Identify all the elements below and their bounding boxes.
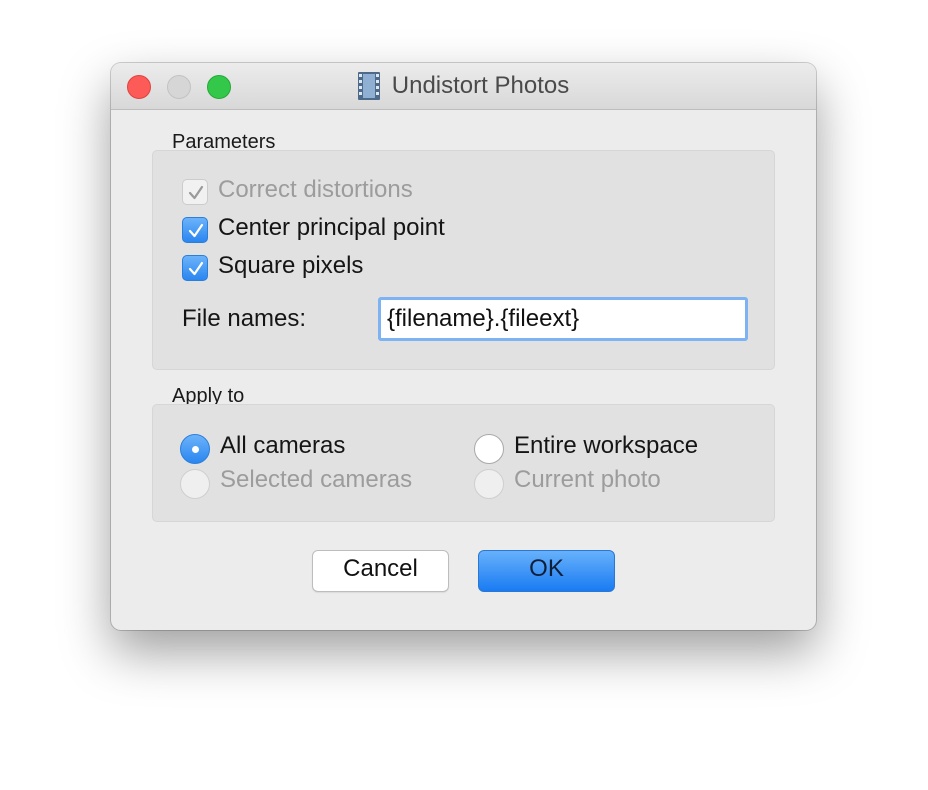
- title-bar[interactable]: Undistort Photos: [111, 63, 816, 110]
- file-names-label: File names:: [182, 305, 307, 332]
- cancel-button[interactable]: Cancel: [312, 550, 449, 592]
- film-strip-icon: [357, 72, 380, 100]
- entire-workspace-label: Entire workspace: [514, 432, 699, 459]
- title-wrap: Undistort Photos: [111, 63, 816, 109]
- square-pixels-label: Square pixels: [218, 252, 364, 279]
- all-cameras-radio[interactable]: [180, 434, 210, 464]
- selected-cameras-label: Selected cameras: [220, 466, 413, 493]
- checkmark-icon: [188, 261, 204, 276]
- checkmark-icon: [188, 185, 204, 200]
- undistort-photos-dialog: Undistort Photos Parameters Correct dist…: [111, 63, 816, 630]
- center-principal-point-checkbox[interactable]: [182, 217, 208, 243]
- entire-workspace-radio[interactable]: [474, 434, 504, 464]
- correct-distortions-checkbox[interactable]: [182, 179, 208, 205]
- selected-cameras-radio[interactable]: [180, 469, 210, 499]
- all-cameras-label: All cameras: [220, 432, 346, 459]
- current-photo-radio[interactable]: [474, 469, 504, 499]
- file-names-input[interactable]: [378, 297, 748, 341]
- center-principal-point-label: Center principal point: [218, 214, 445, 241]
- window-title: Undistort Photos: [391, 72, 570, 99]
- correct-distortions-label: Correct distortions: [218, 176, 413, 203]
- checkmark-icon: [188, 223, 204, 238]
- current-photo-label: Current photo: [514, 466, 661, 493]
- apply-to-group-box: [152, 404, 775, 522]
- square-pixels-checkbox[interactable]: [182, 255, 208, 281]
- ok-button[interactable]: OK: [478, 550, 615, 592]
